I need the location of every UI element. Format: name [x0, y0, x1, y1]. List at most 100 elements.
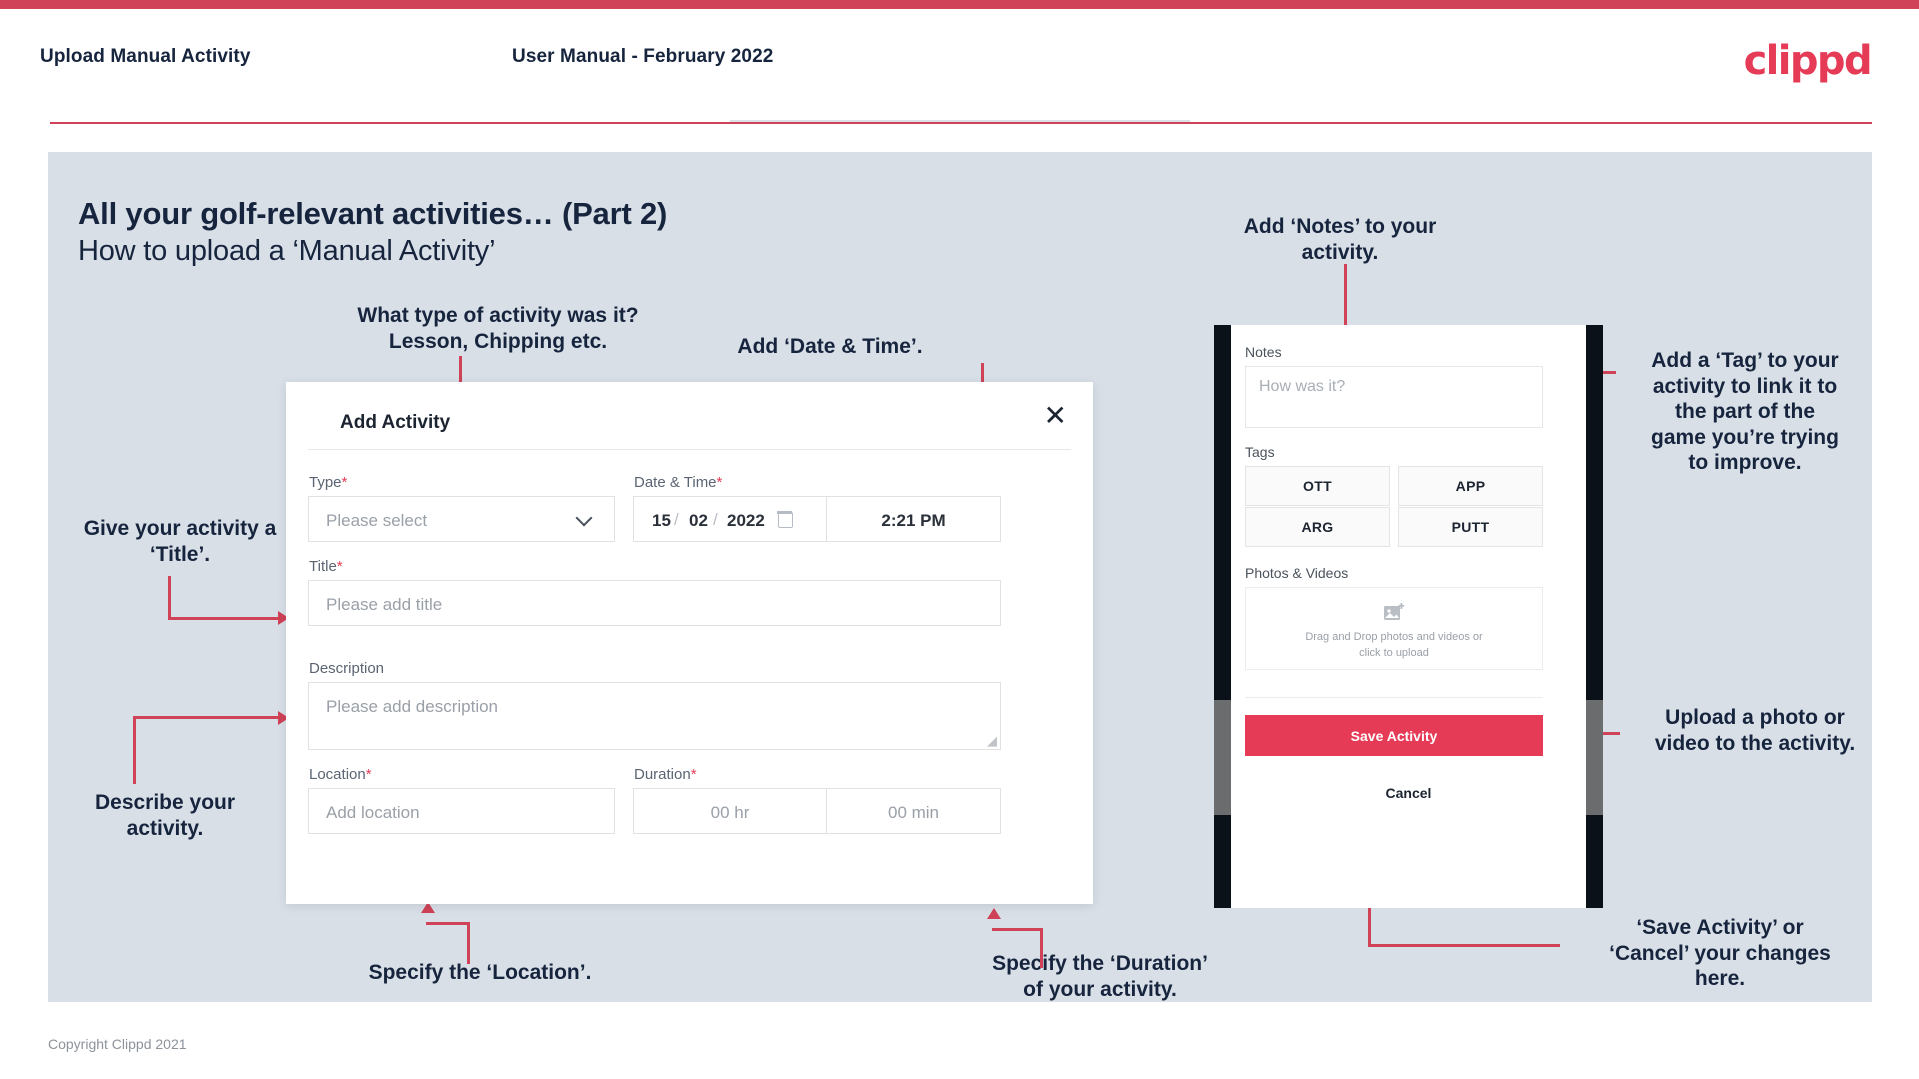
- annotation-datetime: Add ‘Date & Time’.: [737, 335, 923, 358]
- duration-label-text: Duration: [634, 766, 691, 783]
- slide-subheading: How to upload a ‘Manual Activity’: [78, 235, 496, 267]
- annotation-save-line3: here.: [1694, 967, 1746, 991]
- connector-describe-h: [133, 716, 281, 719]
- slide-page: Upload Manual Activity User Manual - Feb…: [0, 0, 1919, 1079]
- annotation-save-line2: ‘Cancel’ your changes: [1609, 941, 1831, 965]
- tag-button-app[interactable]: APP: [1398, 466, 1543, 506]
- phone-mockup: Notes How was it? Tags OTT APP ARG PUTT …: [1214, 325, 1603, 908]
- type-required-mark: *: [341, 474, 348, 491]
- duration-hours-placeholder: 00 hr: [710, 803, 750, 822]
- annotation-duration-line2: of your activity.: [1023, 977, 1177, 1001]
- annotation-notes-line1: Add ‘Notes’ to your: [1243, 215, 1437, 238]
- annotation-type-line1: What type of activity was it?: [357, 304, 639, 327]
- annotation-notes: Add ‘Notes’ to your activity.: [1225, 214, 1455, 265]
- connector-describe-v: [133, 716, 136, 784]
- annotation-duration: Specify the ‘Duration’ of your activity.: [955, 951, 1245, 1002]
- connector-save-h: [1368, 944, 1560, 947]
- datetime-label-text: Date & Time: [634, 474, 717, 491]
- duration-hours-input[interactable]: 00 hr: [633, 788, 827, 834]
- resize-grip-icon[interactable]: ◢: [987, 733, 997, 749]
- page-title: Upload Manual Activity: [40, 46, 251, 67]
- location-label: Location*: [309, 766, 372, 783]
- date-month: 02: [689, 511, 708, 530]
- title-label-text: Title: [309, 558, 337, 575]
- annotation-location: Specify the ‘Location’.: [368, 961, 592, 984]
- tag-button-arg[interactable]: ARG: [1245, 507, 1390, 547]
- time-value: 2:21 PM: [881, 511, 946, 530]
- add-activity-modal: Add Activity ✕ Type* Please select Date …: [286, 382, 1093, 904]
- date-field[interactable]: 15 / 02 / 2022: [633, 496, 827, 542]
- header-divider: [50, 122, 1872, 124]
- location-input[interactable]: Add location: [308, 788, 615, 834]
- annotation-title-line1: Give your activity a: [83, 517, 277, 540]
- notes-label: Notes: [1245, 344, 1282, 360]
- description-label: Description: [309, 660, 385, 677]
- connector-duration-arrow: [987, 908, 1001, 919]
- annotation-upload: Upload a photo or video to the activity.: [1625, 705, 1885, 756]
- annotation-describe-line2: activity.: [126, 816, 204, 840]
- annotation-describe: Describe your activity.: [40, 790, 290, 841]
- photos-label: Photos & Videos: [1245, 565, 1349, 581]
- dropzone[interactable]: Drag and Drop photos and videos or click…: [1245, 587, 1543, 670]
- description-textarea[interactable]: Please add description ◢: [308, 682, 1001, 750]
- tag-button-putt[interactable]: PUTT: [1398, 507, 1543, 547]
- annotation-title: Give your activity a ‘Title’.: [40, 516, 320, 567]
- tags-label: Tags: [1245, 444, 1275, 460]
- notes-textarea[interactable]: How was it?: [1245, 366, 1543, 428]
- location-required-mark: *: [365, 766, 372, 783]
- duration-label: Duration*: [634, 766, 697, 783]
- annotation-type-line2: Lesson, Chipping etc.: [388, 329, 608, 353]
- dropzone-text: Drag and Drop photos and videos or click…: [1246, 630, 1542, 662]
- phone-divider: [1245, 697, 1543, 698]
- location-label-text: Location: [309, 766, 366, 783]
- title-input[interactable]: Please add title: [308, 580, 1001, 626]
- chevron-down-icon: [575, 509, 593, 527]
- phone-bezel-left: [1214, 325, 1231, 908]
- connector-duration-h: [992, 928, 1043, 931]
- annotation-tag-line4: game you’re trying: [1651, 425, 1839, 449]
- time-field[interactable]: 2:21 PM: [827, 496, 1001, 542]
- datetime-required-mark: *: [716, 474, 723, 491]
- connector-location-h: [426, 922, 470, 925]
- connector-title-h: [168, 617, 280, 620]
- tag-button-ott[interactable]: OTT: [1245, 466, 1390, 506]
- date-day: 15: [652, 511, 671, 530]
- annotation-save: ‘Save Activity’ or ‘Cancel’ your changes…: [1570, 915, 1870, 992]
- document-subtitle: User Manual - February 2022: [512, 46, 774, 67]
- connector-location-v: [467, 922, 470, 964]
- title-required-mark: *: [336, 558, 343, 575]
- clippd-logo: clippd: [1743, 38, 1873, 84]
- type-label-text: Type: [309, 474, 342, 491]
- annotation-type: What type of activity was it? Lesson, Ch…: [348, 303, 648, 354]
- annotation-upload-line2: video to the activity.: [1654, 731, 1856, 755]
- title-label: Title*: [309, 558, 343, 575]
- copyright-text: Copyright Clippd 2021: [48, 1036, 187, 1052]
- dropzone-text-line2: click to upload: [1359, 646, 1429, 659]
- annotation-tag-line5: to improve.: [1688, 451, 1802, 475]
- phone-screen: Notes How was it? Tags OTT APP ARG PUTT …: [1231, 325, 1586, 908]
- date-separator-1: /: [674, 510, 679, 529]
- type-select[interactable]: Please select: [308, 496, 615, 542]
- type-placeholder: Please select: [326, 511, 428, 530]
- modal-divider: [308, 449, 1071, 450]
- connector-duration-v: [1040, 928, 1043, 968]
- phone-bezel-right-button: [1586, 700, 1603, 815]
- annotation-notes-line2: activity.: [1301, 240, 1379, 264]
- dropzone-text-line1: Drag and Drop photos and videos or: [1305, 631, 1483, 643]
- close-icon[interactable]: ✕: [1044, 402, 1067, 430]
- annotation-tag-line2: activity to link it to: [1652, 374, 1838, 398]
- date-year: 2022: [727, 511, 765, 530]
- duration-minutes-placeholder: 00 min: [887, 803, 940, 822]
- duration-minutes-input[interactable]: 00 min: [827, 788, 1001, 834]
- modal-title: Add Activity: [340, 412, 451, 433]
- cancel-button[interactable]: Cancel: [1231, 785, 1586, 801]
- description-placeholder: Please add description: [326, 697, 499, 716]
- annotation-tag: Add a ‘Tag’ to your activity to link it …: [1620, 348, 1870, 476]
- annotation-duration-line1: Specify the ‘Duration’: [992, 952, 1208, 975]
- calendar-icon[interactable]: [777, 511, 793, 528]
- save-activity-button[interactable]: Save Activity: [1245, 715, 1543, 756]
- top-accent-bar: [0, 0, 1919, 9]
- annotation-title-line2: ‘Title’.: [149, 542, 211, 566]
- annotation-tag-line1: Add a ‘Tag’ to your: [1651, 349, 1839, 372]
- phone-bezel-left-button: [1214, 700, 1231, 815]
